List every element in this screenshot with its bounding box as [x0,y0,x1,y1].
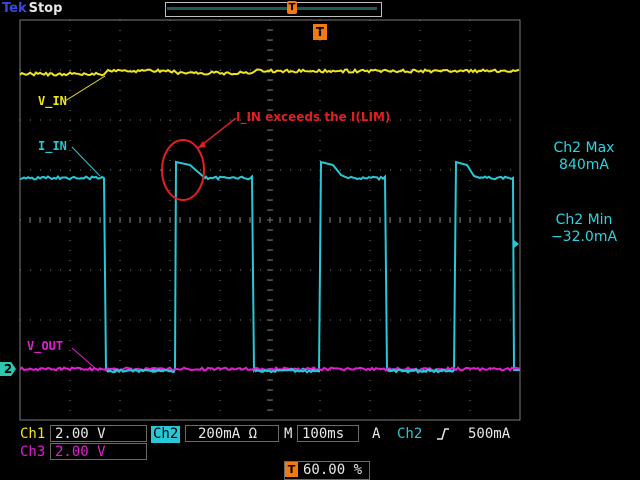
trigger-percent[interactable]: 60.00 % [303,462,362,479]
annotation-circle [162,140,204,200]
ch2-min-title: Ch2 Min [528,212,640,229]
ch2-min-value: −32.0mA [528,229,640,246]
i-in-label: I_IN [38,139,67,153]
annotation-text: I_IN exceeds the I(LIM) [236,110,390,124]
ch2-scale[interactable]: 200mA Ω [185,425,279,442]
rising-edge-icon-svg [436,426,450,442]
v-in-leader [65,76,105,101]
ch2-label[interactable]: Ch2 [151,426,180,443]
trigger-source[interactable]: Ch2 [397,426,422,443]
trigger-icon: T [285,462,298,477]
timebase-prefix: M [284,426,292,443]
rising-edge-icon[interactable] [436,426,450,443]
trigger-mode[interactable]: A [372,426,380,443]
ch1-label[interactable]: Ch1 [20,426,45,443]
v-in-trace [20,70,519,76]
i-in-leader [72,147,100,176]
v-out-leader [72,348,95,368]
ch2-max-title: Ch2 Max [528,140,640,157]
v-out-label: V_OUT [27,339,63,353]
v-in-label: V_IN [38,94,67,108]
i-in-low-segment [255,370,319,373]
ch1-scale[interactable]: 2.00 V [50,425,147,442]
ch2-max-value: 840mA [528,157,640,174]
ch3-scale[interactable]: 2.00 V [50,443,147,460]
i-in-low-segment [107,370,175,373]
trigger-level[interactable]: 500mA [468,426,510,443]
ch3-label[interactable]: Ch3 [20,444,45,461]
trigger-level-marker [514,240,519,248]
timebase-value[interactable]: 100ms [297,425,359,442]
